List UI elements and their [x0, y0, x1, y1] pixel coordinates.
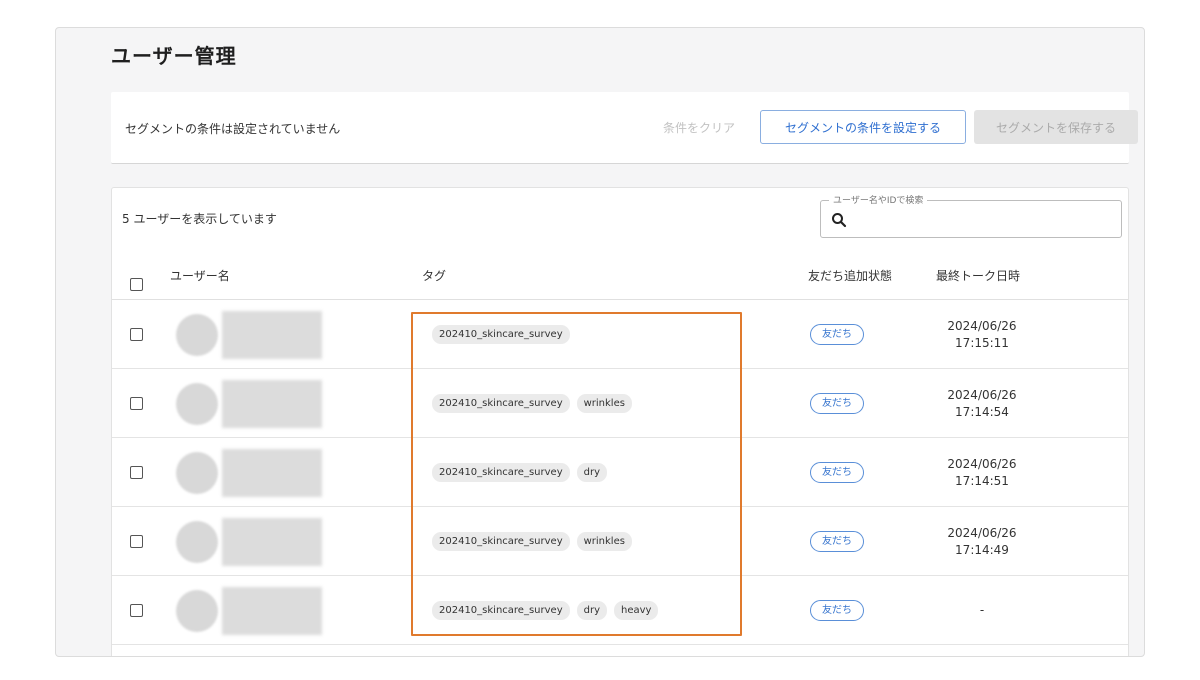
tag-chip[interactable]: 202410_skincare_survey: [432, 463, 570, 482]
users-panel: 5 ユーザーを表示しています ユーザー名やIDで検索 ユーザー名 タグ 友だち追…: [111, 187, 1129, 656]
status-badge: 友だち: [810, 462, 864, 483]
last-talk-datetime: 2024/06/26 17:14:51: [927, 456, 1037, 490]
last-talk-date: 2024/06/26: [947, 388, 1017, 402]
tag-chip[interactable]: 202410_skincare_survey: [432, 601, 570, 620]
search-input[interactable]: [853, 207, 1113, 231]
status-badge: 友だち: [810, 324, 864, 345]
row-checkbox[interactable]: [130, 535, 143, 548]
save-segment-button[interactable]: セグメントを保存する: [974, 110, 1138, 144]
app-window: ユーザー管理 セグメントの条件は設定されていません 条件をクリア セグメントの条…: [55, 27, 1145, 657]
last-talk-date: 2024/06/26: [947, 319, 1017, 333]
user-name-redacted: [222, 311, 322, 359]
table-row[interactable]: 202410_skincare_survey dry heavy 友だち -: [112, 576, 1128, 645]
tag-chip[interactable]: 202410_skincare_survey: [432, 325, 570, 344]
status-badge: 友だち: [810, 600, 864, 621]
last-talk-date: 2024/06/26: [947, 526, 1017, 540]
table-row[interactable]: 202410_skincare_survey wrinkles 友だち 2024…: [112, 507, 1128, 576]
segment-status-text: セグメントの条件は設定されていません: [125, 122, 341, 136]
users-table: ユーザー名 タグ 友だち追加状態 最終トーク日時 202410_skincare…: [112, 250, 1128, 645]
last-talk-time: 17:14:54: [955, 405, 1009, 419]
row-checkbox[interactable]: [130, 397, 143, 410]
avatar: [176, 383, 218, 425]
last-talk-datetime: 2024/06/26 17:14:49: [927, 525, 1037, 559]
tag-list: 202410_skincare_survey dry heavy: [432, 601, 659, 620]
tag-list: 202410_skincare_survey wrinkles: [432, 394, 632, 413]
search-legend: ユーザー名やIDで検索: [829, 193, 928, 206]
table-header-row: ユーザー名 タグ 友だち追加状態 最終トーク日時: [112, 250, 1128, 300]
tag-chip[interactable]: dry: [576, 601, 607, 620]
column-header-tag[interactable]: タグ: [422, 267, 446, 284]
tag-chip[interactable]: dry: [576, 463, 607, 482]
tag-chip[interactable]: 202410_skincare_survey: [432, 532, 570, 551]
segment-panel: セグメントの条件は設定されていません 条件をクリア セグメントの条件を設定する …: [111, 92, 1138, 164]
row-checkbox[interactable]: [130, 604, 143, 617]
user-name-redacted: [222, 518, 322, 566]
column-header-status[interactable]: 友だち追加状態: [808, 267, 892, 284]
status-badge: 友だち: [810, 531, 864, 552]
user-name-redacted: [222, 380, 322, 428]
user-name-redacted: [222, 587, 322, 635]
select-all-checkbox[interactable]: [130, 278, 143, 291]
tag-list: 202410_skincare_survey wrinkles: [432, 532, 632, 551]
user-count-text: 5 ユーザーを表示しています: [122, 212, 277, 226]
search-field[interactable]: ユーザー名やIDで検索: [820, 193, 1122, 238]
row-checkbox[interactable]: [130, 328, 143, 341]
avatar: [176, 521, 218, 563]
last-talk-time: 17:14:51: [955, 474, 1009, 488]
avatar: [176, 314, 218, 356]
status-badge: 友だち: [810, 393, 864, 414]
last-talk-datetime: 2024/06/26 17:14:54: [927, 387, 1037, 421]
last-talk-datetime: -: [927, 602, 1037, 619]
avatar: [176, 452, 218, 494]
table-row[interactable]: 202410_skincare_survey 友だち 2024/06/26 17…: [112, 300, 1128, 369]
tag-chip[interactable]: heavy: [614, 601, 659, 620]
tag-chip[interactable]: 202410_skincare_survey: [432, 394, 570, 413]
last-talk-datetime: 2024/06/26 17:15:11: [927, 318, 1037, 352]
column-header-last-talk[interactable]: 最終トーク日時: [936, 267, 1020, 284]
tag-list: 202410_skincare_survey dry: [432, 463, 607, 482]
clear-conditions-button[interactable]: 条件をクリア: [663, 119, 735, 136]
search-icon: [832, 213, 847, 228]
tag-list: 202410_skincare_survey: [432, 325, 570, 344]
table-row[interactable]: 202410_skincare_survey dry 友だち 2024/06/2…: [112, 438, 1128, 507]
last-talk-date: 2024/06/26: [947, 457, 1017, 471]
tag-chip[interactable]: wrinkles: [576, 532, 632, 551]
user-name-redacted: [222, 449, 322, 497]
last-talk-time: 17:15:11: [955, 336, 1009, 350]
row-checkbox[interactable]: [130, 466, 143, 479]
last-talk-date: -: [979, 603, 985, 617]
column-header-user[interactable]: ユーザー名: [170, 267, 230, 284]
page-title: ユーザー管理: [111, 44, 237, 68]
last-talk-time: 17:14:49: [955, 543, 1009, 557]
set-segment-conditions-button[interactable]: セグメントの条件を設定する: [760, 110, 966, 144]
avatar: [176, 590, 218, 632]
tag-chip[interactable]: wrinkles: [576, 394, 632, 413]
table-row[interactable]: 202410_skincare_survey wrinkles 友だち 2024…: [112, 369, 1128, 438]
